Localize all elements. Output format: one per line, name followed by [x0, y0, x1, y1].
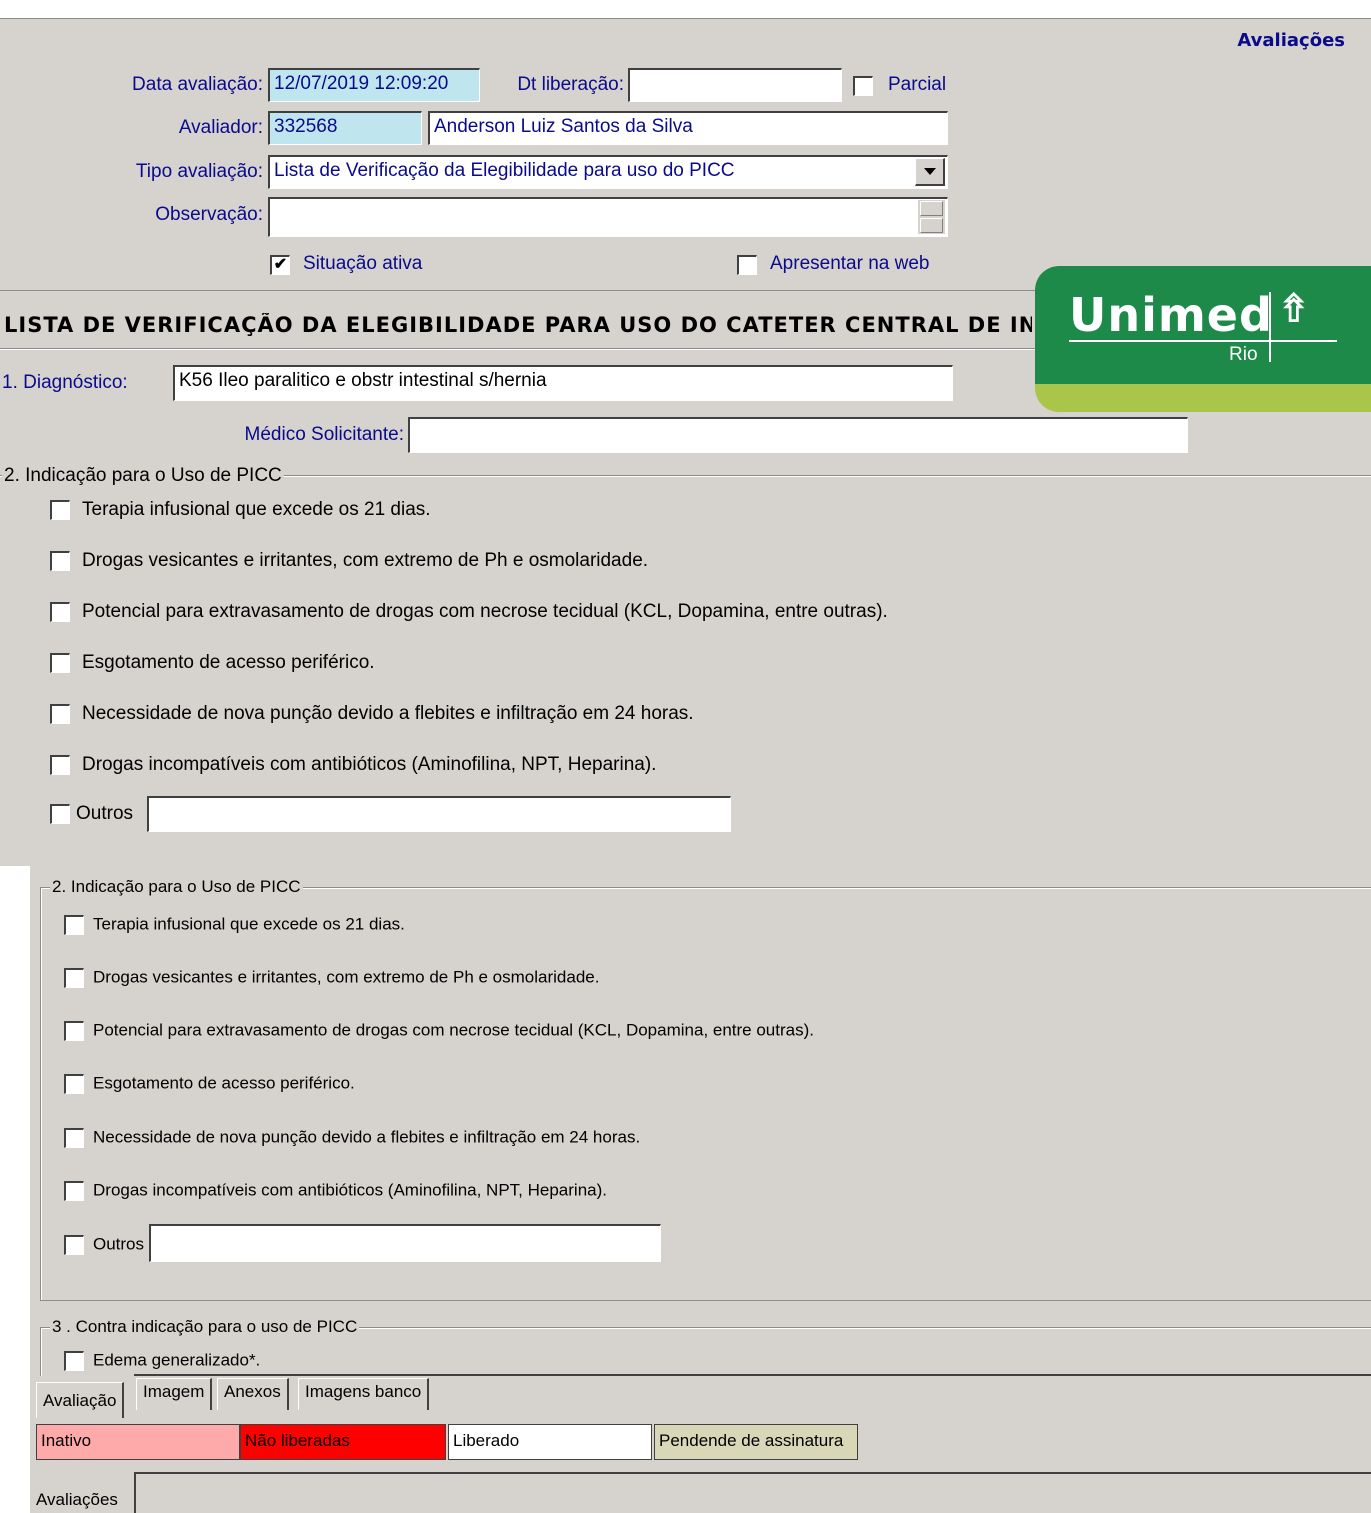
- diagnostico-field[interactable]: K56 Ileo paralitico e obstr intestinal s…: [173, 365, 953, 401]
- unimed-logo: Unimed ⇮ Rio: [1035, 266, 1371, 412]
- group2-item-1[interactable]: Terapia infusional que excede os 21 dias…: [64, 914, 405, 935]
- item-label: Potencial para extravasamento de drogas …: [93, 1020, 814, 1040]
- group1-item-2[interactable]: Drogas vesicantes e irritantes, com extr…: [50, 550, 648, 572]
- legend-pendente-assinatura: Pendende de assinatura: [654, 1424, 858, 1460]
- group2-item-outros[interactable]: Outros: [64, 1234, 144, 1255]
- item-label: Esgotamento de acesso periférico.: [93, 1073, 355, 1093]
- item-label: Outros: [76, 803, 134, 824]
- item-label: Potencial para extravasamento de drogas …: [82, 601, 888, 622]
- group1-item-outros[interactable]: Outros: [50, 803, 133, 825]
- item-label: Drogas incompatíveis com antibióticos (A…: [93, 1180, 607, 1200]
- avaliador-code-field[interactable]: 332568: [268, 111, 422, 145]
- logo-emblem-icon: ⇮: [1277, 286, 1311, 332]
- footer-label: Avaliações: [36, 1490, 118, 1509]
- group2-item-4[interactable]: Esgotamento de acesso periférico.: [64, 1073, 355, 1094]
- group1-item-4[interactable]: Esgotamento de acesso periférico.: [50, 652, 375, 674]
- group3-title: 3 . Contra indicação para o uso de PICC: [50, 1317, 360, 1337]
- observacao-label: Observação:: [155, 204, 263, 225]
- legend-inativo: Inativo: [36, 1424, 240, 1460]
- tab-imagem[interactable]: Imagem: [136, 1378, 213, 1410]
- apresentar-web-label: Apresentar na web: [770, 253, 930, 274]
- observacao-scrollbar[interactable]: [918, 200, 945, 234]
- checkbox[interactable]: [50, 704, 70, 724]
- tab-avaliacao[interactable]: Avaliação: [36, 1382, 125, 1418]
- item-label: Drogas vesicantes e irritantes, com extr…: [82, 550, 649, 571]
- group1-outros-field[interactable]: [147, 796, 731, 832]
- dt-liberacao-field[interactable]: [628, 68, 842, 102]
- section-divider: [0, 348, 1040, 350]
- group2-item-3[interactable]: Potencial para extravasamento de drogas …: [64, 1020, 814, 1041]
- legend-nao-liberadas: Não liberadas: [240, 1424, 446, 1460]
- item-label: Outros: [93, 1234, 145, 1254]
- logo-city: Rio: [1229, 344, 1258, 365]
- chevron-down-icon: [924, 168, 936, 175]
- item-label: Terapia infusional que excede os 21 dias…: [82, 499, 431, 520]
- logo-brand: Unimed: [1069, 288, 1273, 342]
- checkbox[interactable]: [64, 1234, 84, 1255]
- situacao-ativa-label: Situação ativa: [303, 253, 423, 274]
- group2-item-2[interactable]: Drogas vesicantes e irritantes, com extr…: [64, 967, 599, 988]
- checkbox[interactable]: [64, 1180, 84, 1201]
- group1-title: 2. Indicação para o Uso de PICC: [2, 465, 284, 487]
- checkbox[interactable]: [50, 602, 70, 622]
- diagnostico-label: 1. Diagnóstico:: [2, 372, 128, 393]
- group2-title: 2. Indicação para o Uso de PICC: [50, 877, 303, 897]
- situacao-ativa-checkbox[interactable]: ✔: [270, 255, 290, 275]
- avaliador-name-field[interactable]: Anderson Luiz Santos da Silva: [428, 111, 948, 145]
- item-label: Esgotamento de acesso periférico.: [82, 652, 375, 673]
- data-avaliacao-field[interactable]: 12/07/2019 12:09:20: [268, 68, 480, 102]
- tabs-baseline: [134, 1374, 1371, 1376]
- scroll-up-icon[interactable]: [920, 201, 943, 216]
- avaliador-label: Avaliador:: [178, 117, 263, 138]
- parcial-label: Parcial: [888, 74, 947, 95]
- medico-solicitante-field[interactable]: [408, 417, 1188, 453]
- item-label: Drogas incompatíveis com antibióticos (A…: [82, 754, 657, 775]
- group2-item-6[interactable]: Drogas incompatíveis com antibióticos (A…: [64, 1180, 607, 1201]
- tab-imagens-banco[interactable]: Imagens banco: [298, 1378, 430, 1410]
- item-label: Necessidade de nova punção devido a fleb…: [93, 1127, 641, 1147]
- group1-item-1[interactable]: Terapia infusional que excede os 21 dias…: [50, 499, 431, 521]
- medico-solicitante-label: Médico Solicitante:: [244, 424, 404, 445]
- tipo-avaliacao-label: Tipo avaliação:: [135, 161, 263, 182]
- checkbox[interactable]: [64, 1073, 84, 1094]
- apresentar-web-checkbox[interactable]: [737, 255, 757, 275]
- section-title: LISTA DE VERIFICAÇÃO DA ELEGIBILIDADE PA…: [4, 313, 1032, 337]
- checkbox[interactable]: [64, 1127, 84, 1148]
- checkbox[interactable]: [50, 500, 70, 520]
- dt-liberacao-label: Dt liberação:: [517, 74, 624, 95]
- scroll-down-icon[interactable]: [920, 218, 943, 233]
- group1-item-3[interactable]: Potencial para extravasamento de drogas …: [50, 601, 888, 623]
- tipo-avaliacao-select[interactable]: Lista de Verificação da Elegibilidade pa…: [268, 155, 948, 189]
- checkbox[interactable]: [50, 804, 70, 824]
- checkbox[interactable]: [64, 1350, 84, 1371]
- legend-liberado: Liberado: [448, 1424, 652, 1460]
- checkbox[interactable]: [50, 653, 70, 673]
- data-avaliacao-label: Data avaliação:: [132, 74, 263, 95]
- footer-bar: [134, 1472, 1371, 1513]
- header-title: Avaliações: [1237, 30, 1345, 51]
- checkbox[interactable]: [50, 551, 70, 571]
- item-label: Edema generalizado*.: [93, 1350, 261, 1370]
- checkbox[interactable]: [64, 914, 84, 935]
- item-label: Drogas vesicantes e irritantes, com extr…: [93, 967, 600, 987]
- checkbox[interactable]: [64, 1020, 84, 1041]
- item-label: Necessidade de nova punção devido a fleb…: [82, 703, 694, 724]
- dropdown-button[interactable]: [915, 158, 945, 186]
- group2-item-5[interactable]: Necessidade de nova punção devido a fleb…: [64, 1127, 640, 1148]
- group2-outros-field[interactable]: [149, 1224, 661, 1262]
- checkbox[interactable]: [50, 755, 70, 775]
- item-label: Terapia infusional que excede os 21 dias…: [93, 914, 405, 934]
- parcial-checkbox[interactable]: [853, 76, 873, 96]
- group1-item-5[interactable]: Necessidade de nova punção devido a fleb…: [50, 703, 694, 725]
- checkbox[interactable]: [64, 967, 84, 988]
- tab-anexos[interactable]: Anexos: [217, 1378, 289, 1410]
- group3-item-1[interactable]: Edema generalizado*.: [64, 1350, 260, 1371]
- group1-item-6[interactable]: Drogas incompatíveis com antibióticos (A…: [50, 754, 656, 776]
- observacao-field[interactable]: [268, 197, 948, 237]
